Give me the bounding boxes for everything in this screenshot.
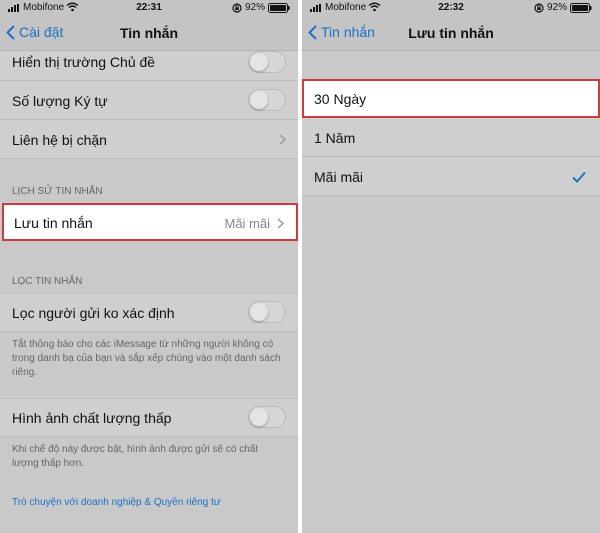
business-chat-privacy-link[interactable]: Trò chuyện với doanh nghiệp & Quyền riên… <box>12 497 221 508</box>
keep-messages-screen: Mobifone 22:32 92% Tin nhắn Lưu tin nhắn… <box>302 0 600 533</box>
chevron-left-icon <box>308 24 317 40</box>
chevron-right-icon <box>279 134 286 145</box>
chevron-right-icon <box>277 218 284 229</box>
option-30-days[interactable]: 30 Ngày <box>302 79 600 118</box>
row-character-count: Số lượng Ký tự <box>0 81 298 120</box>
subject-toggle[interactable] <box>248 51 286 73</box>
row-label: Hiển thị trường Chủ đề <box>12 54 156 70</box>
option-label: 1 Năm <box>314 130 356 146</box>
section-header-filter: LỌC TIN NHẮN <box>12 276 83 287</box>
nav-bar: Tin nhắn Lưu tin nhắn <box>302 16 600 51</box>
messages-settings-screen: Mobifone 22:31 92% Cài đặt Tin nhắn Hiển… <box>0 0 298 533</box>
character-count-toggle[interactable] <box>248 89 286 111</box>
battery-icon <box>570 2 592 13</box>
row-label: Lọc người gửi ko xác định <box>12 305 175 321</box>
option-forever[interactable]: Mãi mãi <box>302 157 600 196</box>
chevron-left-icon <box>6 24 15 40</box>
option-label: Mãi mãi <box>314 169 364 185</box>
row-filter-unknown: Lọc người gửi ko xác định <box>0 293 298 332</box>
row-label: Hình ảnh chất lượng thấp <box>12 410 172 426</box>
status-bar: Mobifone 22:32 92% <box>302 0 600 16</box>
row-subject-field: Hiển thị trường Chủ đề <box>0 51 298 81</box>
back-button[interactable]: Cài đặt <box>6 24 63 40</box>
option-label: 30 Ngày <box>314 91 367 107</box>
filter-footer-text: Tắt thông báo cho các iMessage từ những … <box>12 339 281 378</box>
battery-percent: 92% <box>546 2 567 13</box>
row-label: Liên hệ bị chặn <box>12 132 107 148</box>
low-quality-toggle[interactable] <box>248 406 286 428</box>
keep-messages-value: Mãi mãi <box>224 216 270 231</box>
back-label: Tin nhắn <box>321 24 375 40</box>
keep-messages-label: Lưu tin nhắn <box>14 215 93 231</box>
back-label: Cài đặt <box>19 24 64 40</box>
rotation-lock-icon <box>534 2 544 13</box>
battery-icon <box>268 2 290 13</box>
row-low-quality-images: Hình ảnh chất lượng thấp <box>0 398 298 437</box>
battery-percent: 92% <box>244 2 265 13</box>
nav-bar: Cài đặt Tin nhắn <box>0 16 298 51</box>
option-1-year[interactable]: 1 Năm <box>302 118 600 157</box>
checkmark-icon <box>572 171 586 183</box>
row-blocked-contacts[interactable]: Liên hệ bị chặn <box>0 120 298 159</box>
low-quality-footer-text: Khi chế độ này được bật, hình ảnh được g… <box>12 444 259 469</box>
back-button[interactable]: Tin nhắn <box>308 24 375 40</box>
row-label: Số lượng Ký tự <box>12 93 108 109</box>
filter-unknown-toggle[interactable] <box>248 301 286 323</box>
section-header-history: LỊCH SỬ TIN NHẮN <box>12 186 103 197</box>
status-bar: Mobifone 22:31 92% <box>0 0 298 16</box>
rotation-lock-icon <box>232 2 242 13</box>
keep-messages-row[interactable]: Lưu tin nhắn Mãi mãi <box>2 203 298 241</box>
